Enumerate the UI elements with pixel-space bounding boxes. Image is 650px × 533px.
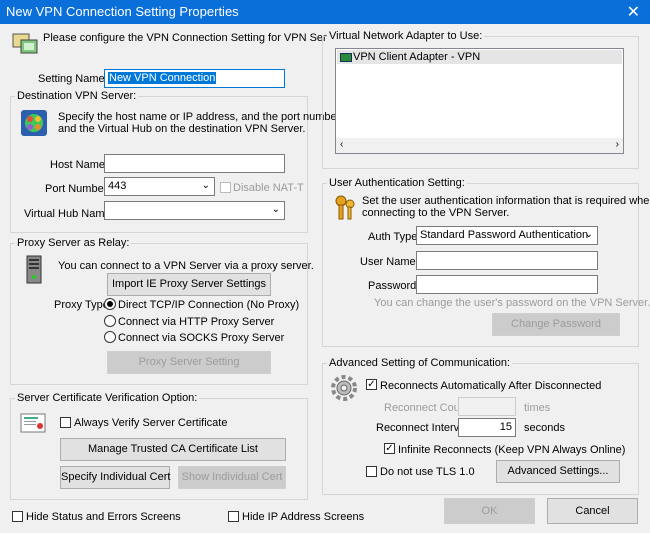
disable-nat-label: Disable NAT-T bbox=[233, 182, 304, 194]
keys-icon bbox=[332, 193, 358, 223]
adapter-group-label: Virtual Network Adapter to Use: bbox=[327, 30, 485, 42]
chevron-down-icon: ⌄ bbox=[271, 204, 280, 215]
auth-group-label: User Authentication Setting: bbox=[327, 177, 467, 189]
gear-icon bbox=[330, 374, 358, 402]
port-number-select[interactable]: 443 ⌄ bbox=[104, 177, 215, 196]
password-label: Password: bbox=[368, 280, 420, 292]
title-bar: New VPN Connection Setting Properties ✕ bbox=[0, 0, 650, 24]
chevron-down-icon: ⌄ bbox=[584, 229, 593, 240]
hide-ip-label: Hide IP Address Screens bbox=[242, 511, 365, 523]
auth-type-label: Auth Type: bbox=[368, 231, 421, 243]
adapter-item-label: VPN Client Adapter - VPN bbox=[353, 51, 481, 63]
reconnect-count-unit: times bbox=[524, 402, 551, 414]
disable-nat-checkbox[interactable] bbox=[220, 182, 231, 193]
always-verify-label: Always Verify Server Certificate bbox=[74, 417, 228, 429]
virtual-hub-label: Virtual Hub Name: bbox=[24, 208, 114, 220]
chevron-down-icon: ⌄ bbox=[201, 180, 210, 191]
setting-name-input[interactable]: New VPN Connection bbox=[104, 69, 285, 88]
cancel-button[interactable]: Cancel bbox=[547, 498, 638, 524]
proxy-option-http-label: Connect via HTTP Proxy Server bbox=[118, 316, 275, 328]
intro-text: Please configure the VPN Connection Sett… bbox=[43, 32, 345, 44]
password-input[interactable] bbox=[416, 275, 598, 294]
auth-type-select[interactable]: Standard Password Authentication ⌄ bbox=[416, 226, 598, 245]
reconnect-interval-unit: seconds bbox=[524, 422, 565, 434]
user-name-label: User Name: bbox=[360, 256, 419, 268]
always-verify-checkbox[interactable] bbox=[60, 417, 71, 428]
host-name-input[interactable] bbox=[104, 154, 285, 173]
infinite-reconnect-label: Infinite Reconnects (Keep VPN Always Onl… bbox=[398, 444, 626, 456]
proxy-option-socks-radio[interactable] bbox=[104, 331, 116, 343]
advanced-group-label: Advanced Setting of Communication: bbox=[327, 357, 512, 369]
import-ie-proxy-button[interactable]: Import IE Proxy Server Settings bbox=[107, 273, 271, 296]
no-tls-checkbox[interactable] bbox=[366, 466, 377, 477]
user-name-input[interactable] bbox=[416, 251, 598, 270]
window-title: New VPN Connection Setting Properties bbox=[6, 4, 239, 19]
proxy-option-socks-label: Connect via SOCKS Proxy Server bbox=[118, 332, 285, 344]
port-number-label: Port Number: bbox=[45, 183, 111, 195]
proxy-option-http-radio[interactable] bbox=[104, 315, 116, 327]
infinite-reconnect-checkbox[interactable]: ✓ bbox=[384, 443, 395, 454]
advanced-settings-button[interactable]: Advanced Settings... bbox=[496, 460, 620, 483]
specify-individual-cert-button[interactable]: Specify Individual Cert bbox=[60, 466, 170, 489]
destination-group-label: Destination VPN Server: bbox=[15, 90, 139, 102]
hide-ip-checkbox[interactable] bbox=[228, 511, 239, 522]
reconnect-interval-input[interactable]: 15 bbox=[458, 418, 516, 437]
horizontal-scrollbar[interactable]: ‹ › bbox=[336, 138, 623, 153]
certificate-group-label: Server Certificate Verification Option: bbox=[15, 392, 200, 404]
scroll-left-icon[interactable]: ‹ bbox=[340, 139, 343, 150]
proxy-option-direct-label: Direct TCP/IP Connection (No Proxy) bbox=[118, 299, 300, 311]
destination-desc-2: and the Virtual Hub on the destination V… bbox=[58, 123, 306, 135]
close-icon[interactable]: ✕ bbox=[627, 2, 640, 22]
reconnect-interval-label: Reconnect Interval: bbox=[376, 422, 471, 434]
proxy-server-setting-button[interactable]: Proxy Server Setting bbox=[107, 351, 271, 374]
list-item[interactable]: VPN Client Adapter - VPN bbox=[337, 50, 622, 64]
scroll-right-icon[interactable]: › bbox=[616, 139, 619, 150]
certificate-icon bbox=[20, 413, 46, 433]
port-number-value: 443 bbox=[108, 180, 127, 192]
no-tls-label: Do not use TLS 1.0 bbox=[380, 466, 475, 478]
host-name-label: Host Name: bbox=[50, 159, 109, 171]
virtual-hub-select[interactable]: ⌄ bbox=[104, 201, 285, 220]
setting-name-value: New VPN Connection bbox=[108, 72, 217, 84]
change-password-button[interactable]: Change Password bbox=[492, 313, 620, 336]
proxy-desc: You can connect to a VPN Server via a pr… bbox=[58, 260, 314, 272]
reconnect-checkbox[interactable]: ✓ bbox=[366, 379, 377, 390]
show-individual-cert-button[interactable]: Show Individual Cert bbox=[178, 466, 286, 489]
auth-type-value: Standard Password Authentication bbox=[420, 229, 589, 241]
proxy-server-icon bbox=[22, 255, 46, 285]
hide-status-label: Hide Status and Errors Screens bbox=[26, 511, 181, 523]
proxy-option-direct-radio[interactable] bbox=[104, 298, 116, 310]
password-hint: You can change the user's password on th… bbox=[374, 297, 650, 309]
destination-desc-1: Specify the host name or IP address, and… bbox=[58, 111, 341, 123]
adapter-list[interactable]: VPN Client Adapter - VPN ‹ › bbox=[335, 48, 624, 154]
vpn-connection-icon bbox=[12, 31, 38, 55]
auth-desc-1: Set the user authentication information … bbox=[362, 195, 650, 207]
reconnect-count-input[interactable] bbox=[458, 397, 516, 416]
server-globe-icon bbox=[20, 109, 48, 137]
reconnect-label: Reconnects Automatically After Disconnec… bbox=[380, 380, 602, 392]
manage-ca-list-button[interactable]: Manage Trusted CA Certificate List bbox=[60, 438, 286, 461]
network-adapter-icon bbox=[340, 53, 352, 62]
setting-name-label: Setting Name: bbox=[38, 73, 108, 85]
ok-button[interactable]: OK bbox=[444, 498, 535, 524]
proxy-group-label: Proxy Server as Relay: bbox=[15, 237, 132, 249]
auth-desc-2: connecting to the VPN Server. bbox=[362, 207, 510, 219]
hide-status-checkbox[interactable] bbox=[12, 511, 23, 522]
